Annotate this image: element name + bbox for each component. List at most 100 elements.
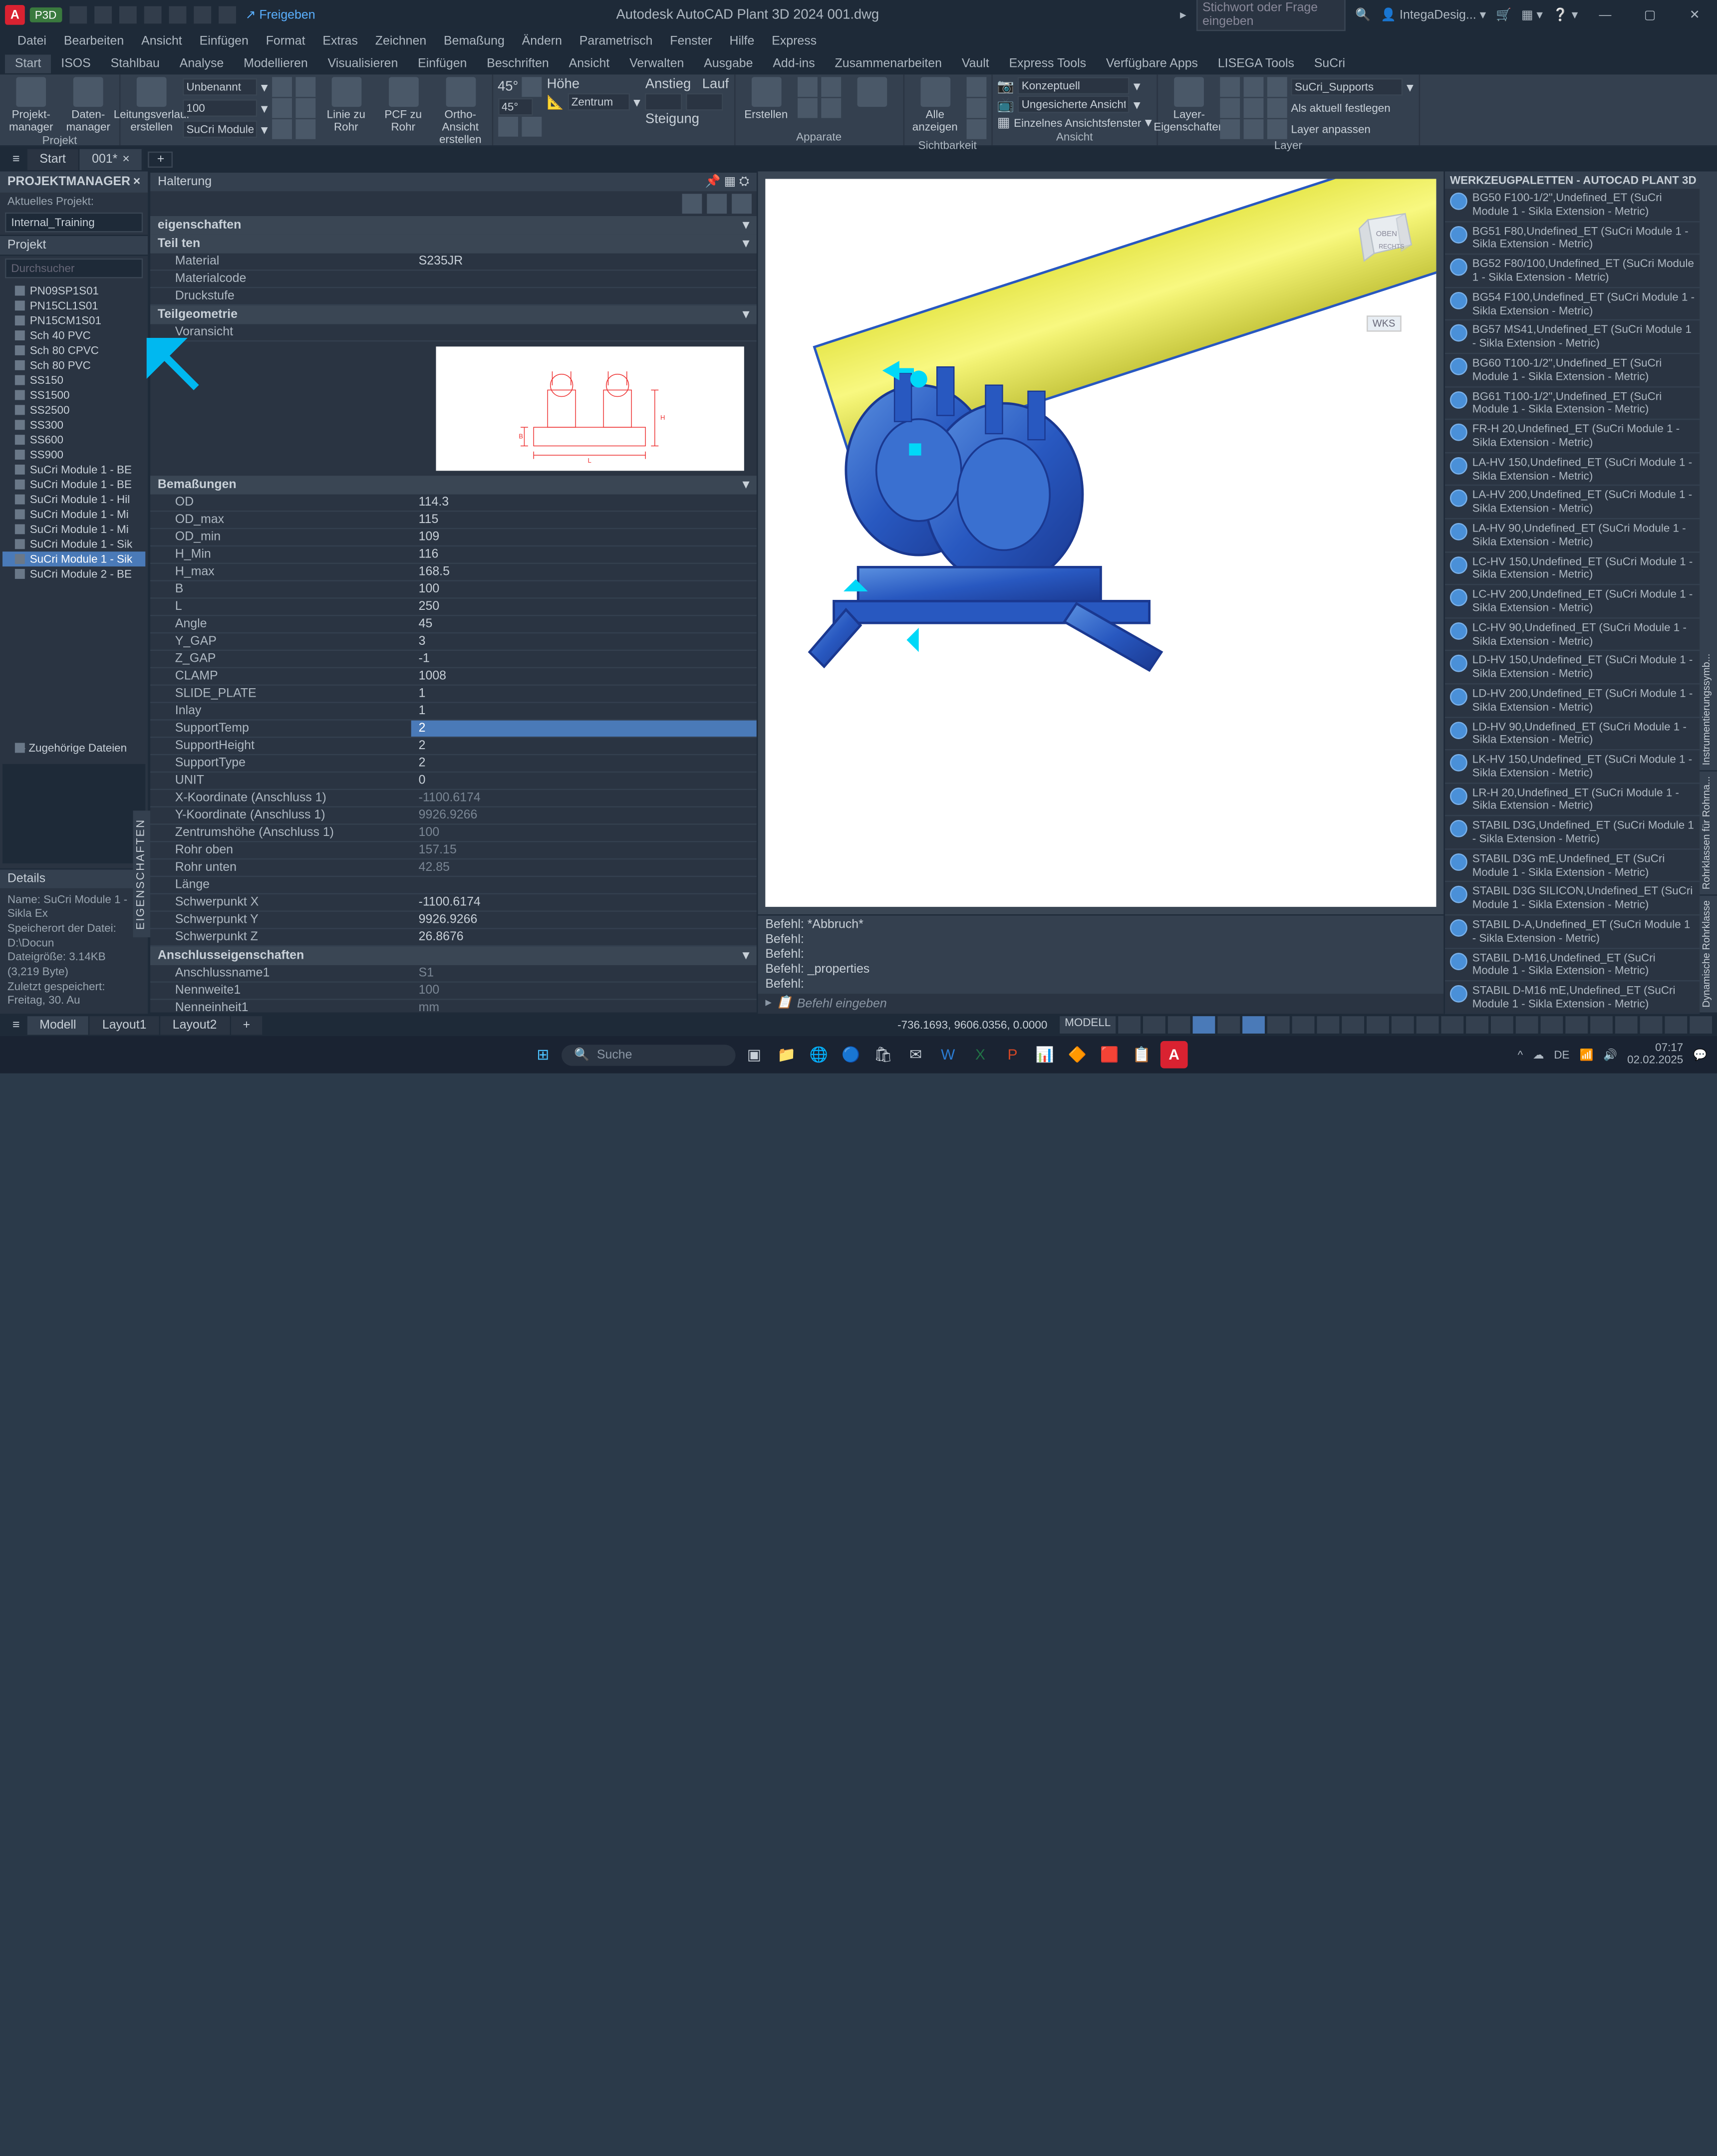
props-pick-icon[interactable]	[682, 194, 702, 214]
vis1-icon[interactable]	[966, 77, 986, 97]
pm-related-files[interactable]: ▸ Zugehörige Dateien	[2, 740, 145, 756]
equip3-icon[interactable]	[797, 98, 817, 118]
lauf-input[interactable]	[686, 93, 724, 111]
layer-match-icon[interactable]	[1220, 98, 1240, 118]
layer-prev-icon[interactable]	[1267, 98, 1287, 118]
visual-style-dropdown[interactable]	[1018, 77, 1130, 94]
equip1-icon[interactable]	[797, 77, 817, 97]
pipe-icon[interactable]	[272, 77, 291, 97]
flange-icon[interactable]	[272, 119, 291, 139]
palette-item[interactable]: STABIL D3G mE,Undefined_ET (SuCri Module…	[1445, 849, 1700, 882]
tray-onedrive-icon[interactable]: ☁	[1533, 1048, 1544, 1062]
pm-tree-node[interactable]: SuCri Module 1 - Mi	[2, 522, 145, 537]
prop-value[interactable]: 114.3	[411, 495, 757, 511]
layer-iso-icon[interactable]	[1244, 98, 1264, 118]
pm-tree-node[interactable]: PN15CL1S01	[2, 298, 145, 313]
layer-dropdown[interactable]	[1291, 78, 1403, 96]
palette-item[interactable]: FR-H 20,Undefined_ET (SuCri Module 1 - S…	[1445, 420, 1700, 453]
ribbon-tab-vault[interactable]: Vault	[952, 54, 999, 72]
palette-item[interactable]: STABIL D-M16,Undefined_ET (SuCri Module …	[1445, 949, 1700, 982]
leitungsverlauf-button[interactable]: Leitungsverlauf erstellen	[125, 77, 178, 134]
ribbon-tab-visualisieren[interactable]: Visualisieren	[318, 54, 408, 72]
menu-extras[interactable]: Extras	[315, 31, 365, 50]
pm-tree-node[interactable]: Sch 80 CPVC	[2, 343, 145, 358]
cart-icon[interactable]: 🛒	[1496, 8, 1511, 21]
layer-del-icon[interactable]	[1267, 119, 1287, 139]
layer-merge-icon[interactable]	[1244, 119, 1264, 139]
status-trans-icon[interactable]	[1342, 1016, 1364, 1034]
menu-hilfe[interactable]: Hilfe	[722, 31, 762, 50]
ribbon-tab-express-tools[interactable]: Express Tools	[999, 54, 1096, 72]
layer-walk-icon[interactable]	[1220, 119, 1240, 139]
props-cat-bemassungen[interactable]: Bemaßungen▾	[150, 476, 757, 494]
palette-item[interactable]: LK-HV 150,Undefined_ET (SuCri Module 1 -…	[1445, 751, 1700, 784]
taskbar-mail-icon[interactable]: ✉	[902, 1041, 929, 1069]
taskbar-ppt-icon[interactable]: P	[999, 1041, 1026, 1069]
pm-tree-node[interactable]: SuCri Module 1 - Mi	[2, 507, 145, 522]
ribbon-tab-modellieren[interactable]: Modellieren	[234, 54, 318, 72]
layer-eigenschaften-button[interactable]: Layer- Eigenschaften	[1163, 77, 1215, 134]
tray-clock[interactable]: 07:17 02.02.2025	[1627, 1043, 1683, 1067]
ortho-ansicht-button[interactable]: Ortho-Ansicht erstellen	[434, 77, 487, 146]
pm-tree-node[interactable]: SuCri Module 1 - BE	[2, 477, 145, 492]
palette-item[interactable]: BG57 MS41,Undefined_ET (SuCri Module 1 -…	[1445, 321, 1700, 354]
alle-anzeigen-button[interactable]: Alle anzeigen	[909, 77, 961, 134]
zentrum-dropdown[interactable]	[568, 93, 629, 111]
pm-tree-node[interactable]: Sch 80 PVC	[2, 358, 145, 373]
qat-plot-icon[interactable]	[168, 6, 186, 23]
prop-value[interactable]: 109	[411, 529, 757, 545]
taskbar-excel-icon[interactable]: X	[967, 1041, 994, 1069]
prop-value[interactable]: 45	[411, 616, 757, 632]
qat-redo-icon[interactable]	[218, 6, 236, 23]
props-cat-eigenschaften[interactable]: eigenschaften▾	[150, 216, 757, 235]
pm-tree-node[interactable]: SS900	[2, 447, 145, 462]
menu-zeichnen[interactable]: Zeichnen	[368, 31, 434, 50]
prop-value[interactable]: 3	[411, 633, 757, 649]
ribbon-tab-einfügen[interactable]: Einfügen	[408, 54, 477, 72]
qat-undo-icon[interactable]	[193, 6, 211, 23]
model-viewport[interactable]: OBEN RECHTS WKS	[765, 179, 1436, 907]
convert-button[interactable]	[846, 77, 898, 107]
viewcube[interactable]: OBEN RECHTS	[1349, 201, 1424, 275]
status-iso-obj-icon[interactable]	[1615, 1016, 1638, 1034]
menu-express[interactable]: Express	[764, 31, 824, 50]
menu-ansicht[interactable]: Ansicht	[134, 31, 190, 50]
menu-ändern[interactable]: Ändern	[515, 31, 570, 50]
palette-tab[interactable]: Instrumentierungssymb...	[1700, 648, 1717, 771]
pm-search-input[interactable]: Durchsucher	[5, 259, 143, 278]
pm-tree-node[interactable]: SuCri Module 1 - BE	[2, 462, 145, 477]
vis2-icon[interactable]	[966, 98, 986, 118]
help-icon[interactable]: ❔ ▾	[1553, 8, 1578, 21]
menu-bemaßung[interactable]: Bemaßung	[436, 31, 512, 50]
properties-tab-label[interactable]: EIGENSCHAFTEN	[133, 812, 150, 938]
taskbar-edge-icon[interactable]: 🌐	[805, 1041, 833, 1069]
palette-item[interactable]: LC-HV 200,Undefined_ET (SuCri Module 1 -…	[1445, 585, 1700, 618]
palette-item[interactable]: LC-HV 90,Undefined_ET (SuCri Module 1 - …	[1445, 618, 1700, 651]
ribbon-tab-add-ins[interactable]: Add-ins	[763, 54, 825, 72]
als-aktuell-button[interactable]: Als aktuell festlegen	[1291, 102, 1390, 114]
reducer-icon[interactable]	[272, 98, 291, 118]
status-hw-icon[interactable]	[1640, 1016, 1663, 1034]
layout-tab-modell[interactable]: Modell	[27, 1016, 90, 1034]
pm-tree-node[interactable]: SS1500	[2, 388, 145, 403]
ucs-badge[interactable]: WKS	[1366, 315, 1401, 331]
doctab-menu-icon[interactable]: ≡	[5, 152, 27, 166]
share-button[interactable]: ↗ Freigeben	[246, 8, 315, 21]
steigung-button[interactable]: Steigung	[645, 112, 699, 127]
status-amon-icon[interactable]	[1491, 1016, 1513, 1034]
elbow-icon[interactable]	[295, 77, 315, 97]
palette-item[interactable]: STABIL D-A,Undefined_ET (SuCri Module 1 …	[1445, 916, 1700, 949]
status-snap-icon[interactable]	[1143, 1016, 1165, 1034]
app-icon[interactable]: A	[5, 5, 25, 25]
pm-tree[interactable]: PN09SP1S01PN15CL1S01PN15CM1S01Sch 40 PVC…	[0, 281, 148, 738]
status-polar-icon[interactable]	[1193, 1016, 1215, 1034]
prop-value[interactable]: -1	[411, 651, 757, 667]
prop-material-value[interactable]: S235JR	[411, 254, 757, 270]
tray-volume-icon[interactable]: 🔊	[1603, 1048, 1617, 1062]
qat-save-icon[interactable]	[119, 6, 136, 23]
palette-item[interactable]: LD-HV 200,Undefined_ET (SuCri Module 1 -…	[1445, 684, 1700, 717]
prop-value[interactable]: 1	[411, 686, 757, 702]
props-cat-teildaten[interactable]: Teil ten▾	[150, 235, 757, 253]
layer-off-icon[interactable]	[1267, 77, 1287, 97]
taskbar-app4-icon[interactable]: 📋	[1128, 1041, 1155, 1069]
